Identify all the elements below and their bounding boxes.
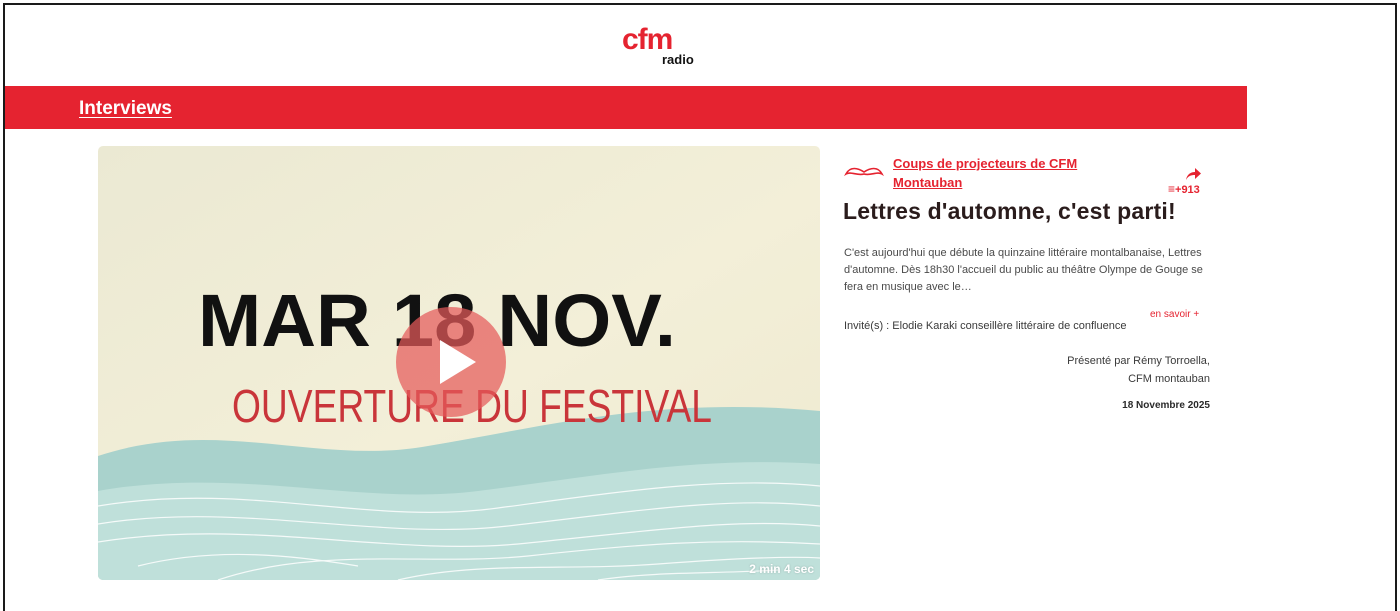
play-button[interactable] [396, 307, 506, 417]
program-link[interactable]: Coups de projecteurs de CFM Montauban [893, 154, 1123, 192]
logo-main-text: cfm [622, 23, 673, 56]
cfm-radio-logo[interactable]: cfm radio [622, 25, 702, 69]
presenter-line-2: CFM montauban [1128, 373, 1210, 385]
playlist-count: +913 [1175, 184, 1200, 196]
episode-title[interactable]: Lettres d'automne, c'est parti! [843, 198, 1176, 225]
playlist-icon: ≡ [1168, 182, 1176, 196]
mustache-icon [844, 167, 884, 177]
play-icon [440, 340, 476, 384]
video-duration: 2 min 4 sec [749, 562, 814, 576]
share-arrow-icon[interactable] [1184, 166, 1202, 182]
playlist-add-button[interactable]: ≡+913 [1168, 182, 1200, 196]
episode-guests: Invité(s) : Elodie Karaki conseillère li… [844, 320, 1127, 332]
episode-date: 18 Novembre 2025 [1122, 400, 1210, 411]
episode-description: C'est aujourd'hui que débute la quinzain… [844, 247, 1203, 293]
section-header-bar: Interviews [5, 86, 1247, 129]
section-title-link[interactable]: Interviews [79, 98, 172, 120]
logo-sub-text: radio [662, 52, 694, 67]
presenter-line-1: Présenté par Rémy Torroella, [1067, 355, 1210, 367]
episode-presenter: Présenté par Rémy Torroella, CFM montaub… [990, 352, 1210, 388]
read-more-link[interactable]: en savoir + [1150, 309, 1199, 320]
